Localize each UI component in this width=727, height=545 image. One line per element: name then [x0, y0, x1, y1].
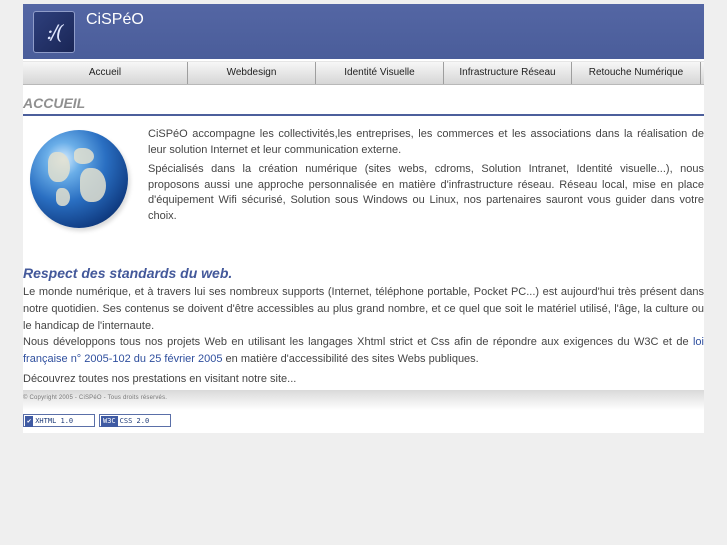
xhtml-validator-badge[interactable]: ✔ XHTML 1.0: [23, 414, 95, 427]
standards-heading: Respect des standards du web.: [23, 265, 233, 281]
intro-paragraph-1: CiSPéO accompagne les collectivités,les …: [148, 128, 704, 156]
intro-paragraph-2: Spécialisés dans la création numérique (…: [148, 163, 704, 222]
nav-item-webdesign[interactable]: Webdesign: [188, 62, 316, 84]
standards-paragraph-1: Le monde numérique, et à travers lui ses…: [23, 286, 704, 332]
site-header: :/( CiSPéO: [23, 4, 704, 59]
xhtml-badge-label: XHTML 1.0: [35, 417, 74, 425]
check-icon: ✔: [25, 416, 34, 427]
site-logo[interactable]: :/(: [33, 11, 75, 53]
copyright-text: © Copyright 2005 - CiSPéO - Tous droits …: [23, 395, 168, 401]
css-validator-badge[interactable]: W3C CSS 2.0: [99, 414, 171, 427]
standards-paragraph-3: Découvrez toutes nos prestations en visi…: [23, 373, 297, 385]
main-nav: Accueil Webdesign Identité Visuelle Infr…: [23, 61, 704, 85]
css-badge-label: CSS 2.0: [119, 417, 150, 425]
nav-item-retouche-numerique[interactable]: Retouche Numérique: [572, 62, 701, 84]
standards-paragraph-2-text-a: Nous développons tous nos projets Web en…: [23, 336, 693, 348]
globe-image: [30, 130, 128, 228]
standards-paragraph-2-text-b: en matière d'accessibilité des sites Web…: [222, 353, 479, 365]
site-name: CiSPéO: [86, 11, 144, 28]
title-divider: [23, 114, 704, 116]
page-container: :/( CiSPéO Accueil Webdesign Identité Vi…: [23, 4, 704, 433]
nav-item-infrastructure-reseau[interactable]: Infrastructure Réseau: [444, 62, 572, 84]
nav-item-accueil[interactable]: Accueil: [23, 62, 188, 84]
standards-paragraph-2: Nous développons tous nos projets Web en…: [23, 334, 704, 368]
w3c-badge-tag: W3C: [101, 416, 118, 427]
page-title: ACCUEIL: [23, 95, 86, 111]
nav-item-identite-visuelle[interactable]: Identité Visuelle: [316, 62, 444, 84]
